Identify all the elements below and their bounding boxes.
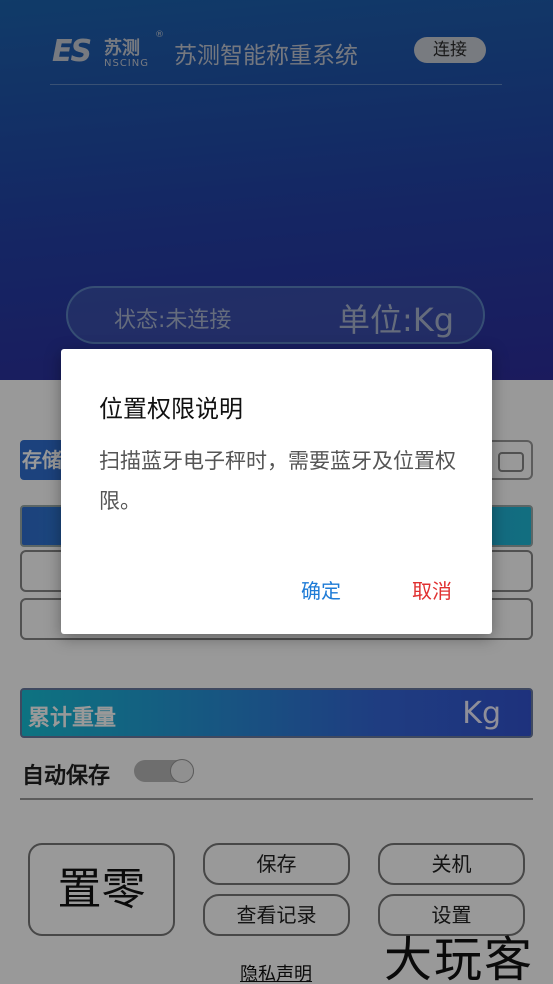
dialog-title: 位置权限说明 (99, 395, 243, 423)
cancel-button[interactable]: 取消 (412, 575, 452, 604)
dialog-message: 扫描蓝牙电子秤时，需要蓝牙及位置权限。 (99, 449, 456, 513)
permission-dialog: 位置权限说明 扫描蓝牙电子秤时，需要蓝牙及位置权限。 确定 取消 (61, 349, 492, 634)
confirm-button[interactable]: 确定 (301, 575, 341, 604)
